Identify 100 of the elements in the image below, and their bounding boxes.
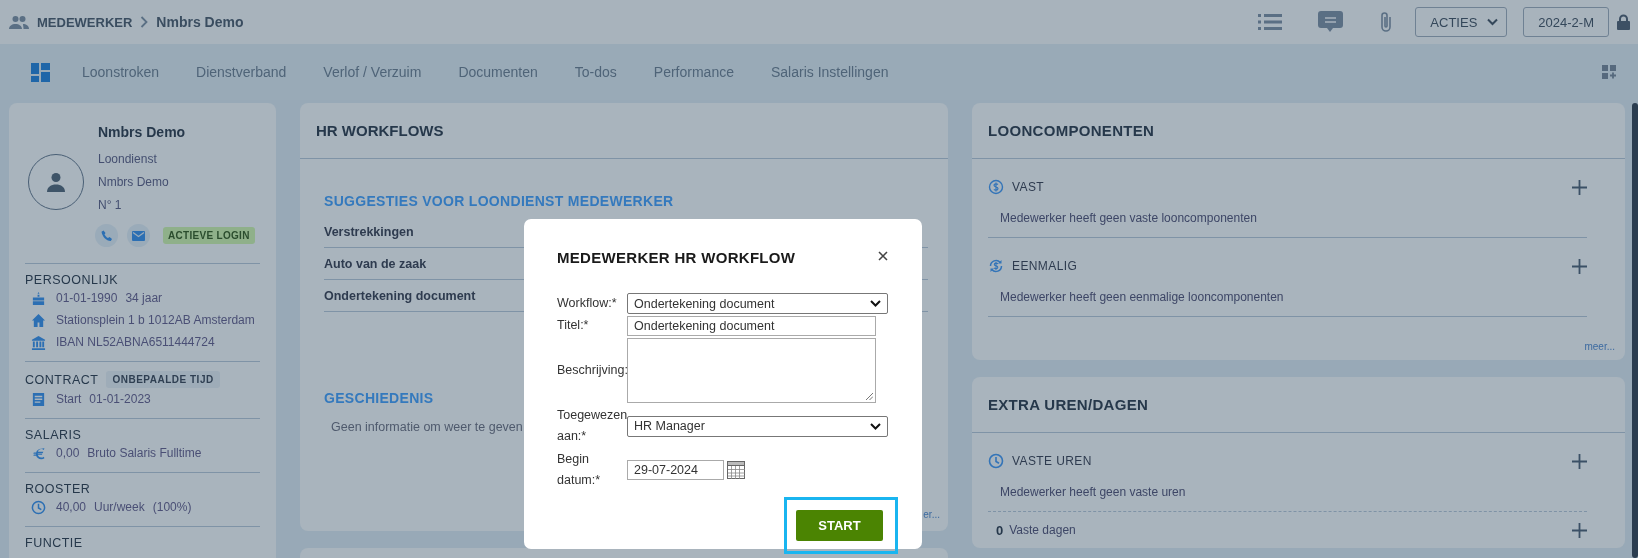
dropdown-field[interactable]: HR Manager (627, 415, 888, 437)
dashboard-tab[interactable] (31, 62, 50, 82)
card-title: LOONCOMPONENTEN (972, 103, 1625, 159)
text-field[interactable]: Ondertekening document (627, 315, 876, 336)
chevron-down-icon (1487, 18, 1499, 26)
date-field[interactable]: 29-07-2024 (627, 460, 724, 480)
home-icon (31, 312, 46, 328)
status-badge: ACTIEVE LOGIN (163, 227, 255, 244)
people-icon (9, 15, 29, 29)
section-title: CONTRACT (25, 372, 99, 387)
empty-message: Geen informatie om weer te geven (331, 420, 523, 434)
cake-icon (31, 290, 46, 306)
section-title: PERSOONLIJK (25, 273, 119, 287)
card-title: HR WORKFLOWS (300, 103, 948, 159)
tab[interactable]: Dienstverband (196, 60, 287, 84)
plus-icon (1572, 179, 1587, 195)
dollar-icon (988, 179, 1004, 195)
chevron-right-icon (140, 16, 149, 28)
phone-icon (100, 229, 113, 242)
add-button[interactable] (1572, 522, 1587, 538)
more-link[interactable]: er... (923, 509, 940, 520)
breadcrumb-link[interactable]: MEDEWERKER (37, 14, 133, 30)
document-icon (31, 391, 46, 407)
empty-message: Medewerker heeft geen eenmalige looncomponenten (1000, 290, 1285, 304)
detail-text: Start (56, 392, 82, 406)
close-icon (878, 250, 888, 261)
section-title: SALARIS (25, 428, 82, 442)
detail-text: IBAN NL52ABNA6511444724 (56, 335, 215, 349)
group-title: VASTE UREN (1012, 454, 1092, 468)
count-label: Vaste dagen (1009, 523, 1076, 537)
resize-handle-icon (866, 393, 873, 400)
group-title: VAST (1012, 180, 1045, 194)
person-icon (46, 171, 66, 192)
euro-icon (31, 445, 46, 461)
section-title: GESCHIEDENIS (324, 390, 434, 406)
envelope-icon (132, 230, 145, 241)
detail-text: 34 jaar (125, 291, 163, 305)
chevron-down-icon (870, 422, 881, 430)
start-button[interactable]: START (796, 510, 883, 541)
field-label: Beschrijving: (557, 362, 627, 379)
tab[interactable]: Salaris Instellingen (770, 60, 889, 84)
dashboard-icon (31, 62, 50, 82)
calendar-icon[interactable] (727, 461, 745, 479)
add-button[interactable] (1572, 453, 1587, 469)
lock-icon[interactable] (1617, 14, 1630, 30)
detail-text: Bruto Salaris Fulltime (87, 446, 202, 460)
detail-text: 40,00 (56, 500, 87, 514)
field-label: Workflow:* (557, 295, 618, 312)
field-label: Titel:* (557, 317, 590, 334)
add-button[interactable] (1572, 258, 1587, 274)
contract-tag: ONBEPAALDE TIJD (106, 371, 220, 388)
textarea-field[interactable] (627, 338, 876, 403)
clock-icon (988, 453, 1004, 469)
plus-icon (1572, 453, 1587, 469)
phone-button[interactable] (95, 224, 118, 247)
plus-icon (1572, 522, 1587, 538)
list-icon[interactable] (1258, 13, 1283, 31)
page-title: Nmbrs Demo (156, 14, 244, 30)
section-title: FUNCTIE (25, 536, 83, 550)
tab[interactable]: Loonstroken (82, 60, 160, 84)
detail-text: 01-01-2023 (89, 392, 151, 406)
profile-detail: Nmbrs Demo (98, 174, 170, 191)
dialog-title: MEDEWERKER HR WORKFLOW (557, 249, 796, 266)
paperclip-icon[interactable] (1379, 11, 1394, 33)
chevron-down-icon (870, 300, 881, 307)
tab[interactable]: Documenten (458, 60, 538, 84)
tab[interactable]: Performance (653, 60, 734, 84)
field-label: Begin datum:* (557, 451, 602, 489)
scrollbar[interactable] (1632, 103, 1638, 558)
close-button[interactable] (878, 250, 888, 261)
detail-text: 0,00 (56, 446, 80, 460)
count-value: 0 (996, 522, 1004, 538)
tab[interactable]: To-dos (574, 60, 617, 84)
employee-name: Nmbrs Demo (98, 124, 187, 142)
detail-text: (100%) (152, 500, 192, 514)
group-title: EENMALIG (1012, 259, 1078, 273)
empty-message: Medewerker heeft geen vaste uren (1000, 485, 1187, 499)
add-button[interactable] (1572, 179, 1587, 195)
period-button[interactable]: 2024-2-M (1523, 7, 1609, 37)
dollar-cycle-icon (988, 258, 1004, 274)
chat-icon[interactable] (1318, 11, 1344, 33)
empty-message: Medewerker heeft geen vaste looncomponenten (1000, 211, 1258, 225)
detail-text: Uur/week (94, 500, 145, 514)
actions-dropdown[interactable]: ACTIES (1415, 7, 1508, 37)
section-title: ROOSTER (25, 482, 91, 496)
bank-icon (31, 334, 46, 350)
plus-icon (1572, 258, 1587, 274)
email-button[interactable] (127, 224, 150, 247)
card-title: EXTRA UREN/DAGEN (972, 377, 1625, 433)
section-title: SUGGESTIES VOOR LOONDIENST MEDEWERKER (324, 193, 674, 209)
profile-detail: N° 1 (98, 197, 123, 214)
profile-detail: Loondienst (98, 151, 158, 168)
add-widget-icon[interactable] (1602, 65, 1616, 79)
detail-text: 01-01-1990 (56, 291, 118, 305)
more-link[interactable]: meer... (972, 317, 1625, 360)
clock-icon (31, 499, 46, 515)
field-label: Toegewezen aan:* (557, 407, 627, 445)
dropdown-field[interactable]: Ondertekening document (627, 293, 888, 314)
detail-text: Stationsplein 1 b 1012AB Amsterdam (56, 313, 255, 327)
tab[interactable]: Verlof / Verzuim (323, 60, 422, 84)
